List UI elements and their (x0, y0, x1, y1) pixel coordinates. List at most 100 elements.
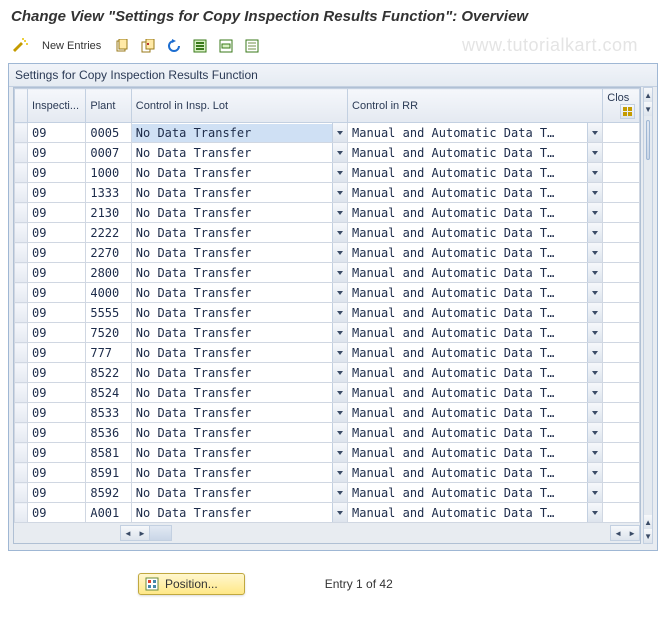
chevron-down-icon[interactable] (332, 123, 347, 142)
scroll-right-icon[interactable]: ► (625, 526, 639, 540)
chevron-down-icon[interactable] (587, 483, 602, 502)
row-selector[interactable] (15, 243, 28, 263)
chevron-down-icon[interactable] (332, 383, 347, 402)
h-scroll-left-group[interactable]: ◄ ► (120, 525, 172, 541)
cell-control-insp-lot[interactable]: No Data Transfer (132, 243, 347, 262)
cell-close[interactable] (603, 423, 639, 442)
chevron-down-icon[interactable] (587, 283, 602, 302)
cell-control-rr[interactable]: Manual and Automatic Data T… (348, 323, 602, 342)
row-selector[interactable] (15, 263, 28, 283)
cell-control-insp-lot[interactable]: No Data Transfer (132, 283, 347, 302)
row-selector[interactable] (15, 423, 28, 443)
cell-control-insp-lot[interactable]: No Data Transfer (132, 463, 347, 482)
scroll-thumb[interactable] (149, 526, 171, 540)
cell-control-rr[interactable]: Manual and Automatic Data T… (348, 263, 602, 282)
cell-inspecti[interactable] (28, 123, 85, 142)
chevron-down-icon[interactable] (332, 203, 347, 222)
cell-control-insp-lot[interactable]: No Data Transfer (132, 383, 347, 402)
cell-control-insp-lot[interactable]: No Data Transfer (132, 123, 347, 142)
cell-close[interactable] (603, 503, 639, 522)
cell-control-insp-lot[interactable]: No Data Transfer (132, 403, 347, 422)
chevron-down-icon[interactable] (332, 363, 347, 382)
cell-inspecti[interactable] (28, 323, 85, 342)
cell-control-insp-lot[interactable]: No Data Transfer (132, 263, 347, 282)
scroll-up-icon[interactable]: ▲ (644, 88, 652, 102)
cell-control-rr[interactable]: Manual and Automatic Data T… (348, 423, 602, 442)
cell-control-insp-lot[interactable]: No Data Transfer (132, 423, 347, 442)
chevron-down-icon[interactable] (332, 483, 347, 502)
cell-inspecti[interactable] (28, 463, 85, 482)
deselect-all-icon[interactable] (241, 35, 263, 57)
vertical-scrollbar[interactable]: ▲ ▼ ▲ ▼ (643, 87, 653, 544)
cell-control-insp-lot[interactable]: No Data Transfer (132, 363, 347, 382)
cell-plant[interactable] (86, 263, 130, 282)
scroll-left-icon[interactable]: ◄ (121, 526, 135, 540)
cell-control-rr[interactable]: Manual and Automatic Data T… (348, 163, 602, 182)
cell-close[interactable] (603, 463, 639, 482)
cell-control-rr[interactable]: Manual and Automatic Data T… (348, 143, 602, 162)
row-selector[interactable] (15, 223, 28, 243)
row-selector[interactable] (15, 303, 28, 323)
chevron-down-icon[interactable] (587, 263, 602, 282)
cell-control-rr[interactable]: Manual and Automatic Data T… (348, 243, 602, 262)
col-header-plant[interactable]: Plant (86, 89, 131, 123)
cell-control-rr[interactable]: Manual and Automatic Data T… (348, 383, 602, 402)
cell-plant[interactable] (86, 323, 130, 342)
cell-control-insp-lot[interactable]: No Data Transfer (132, 303, 347, 322)
row-selector[interactable] (15, 203, 28, 223)
chevron-down-icon[interactable] (332, 243, 347, 262)
cell-control-insp-lot[interactable]: No Data Transfer (132, 143, 347, 162)
cell-inspecti[interactable] (28, 503, 85, 522)
row-selector[interactable] (15, 383, 28, 403)
cell-close[interactable] (603, 163, 639, 182)
cell-inspecti[interactable] (28, 403, 85, 422)
cell-close[interactable] (603, 203, 639, 222)
cell-control-rr[interactable]: Manual and Automatic Data T… (348, 463, 602, 482)
cell-inspecti[interactable] (28, 483, 85, 502)
cell-close[interactable] (603, 443, 639, 462)
cell-close[interactable] (603, 323, 639, 342)
scroll-track[interactable] (644, 116, 652, 515)
row-selector[interactable] (15, 283, 28, 303)
cell-control-rr[interactable]: Manual and Automatic Data T… (348, 503, 602, 522)
cell-inspecti[interactable] (28, 143, 85, 162)
copy-all-icon[interactable] (137, 35, 159, 57)
scroll-right-icon[interactable]: ► (135, 526, 149, 540)
chevron-down-icon[interactable] (332, 283, 347, 302)
row-selector[interactable] (15, 323, 28, 343)
cell-control-rr[interactable]: Manual and Automatic Data T… (348, 123, 602, 142)
row-selector[interactable] (15, 123, 28, 143)
cell-close[interactable] (603, 183, 639, 202)
cell-plant[interactable] (86, 363, 130, 382)
cell-plant[interactable] (86, 223, 130, 242)
cell-inspecti[interactable] (28, 383, 85, 402)
chevron-down-icon[interactable] (587, 383, 602, 402)
cell-control-insp-lot[interactable]: No Data Transfer (132, 223, 347, 242)
cell-inspecti[interactable] (28, 343, 85, 362)
scroll-left-icon[interactable]: ◄ (611, 526, 625, 540)
chevron-down-icon[interactable] (587, 303, 602, 322)
select-all-icon[interactable] (189, 35, 211, 57)
col-header-control-rr[interactable]: Control in RR (348, 89, 603, 123)
row-selector[interactable] (15, 343, 28, 363)
cell-close[interactable] (603, 283, 639, 302)
cell-control-insp-lot[interactable]: No Data Transfer (132, 203, 347, 222)
cell-plant[interactable] (86, 383, 130, 402)
cell-close[interactable] (603, 483, 639, 502)
chevron-down-icon[interactable] (587, 163, 602, 182)
cell-plant[interactable] (86, 503, 130, 522)
chevron-down-icon[interactable] (332, 303, 347, 322)
scroll-thumb[interactable] (646, 120, 650, 160)
cell-close[interactable] (603, 143, 639, 162)
cell-plant[interactable] (86, 283, 130, 302)
chevron-down-icon[interactable] (587, 503, 602, 522)
cell-plant[interactable] (86, 423, 130, 442)
cell-control-insp-lot[interactable]: No Data Transfer (132, 343, 347, 362)
cell-close[interactable] (603, 383, 639, 402)
cell-control-rr[interactable]: Manual and Automatic Data T… (348, 303, 602, 322)
cell-control-insp-lot[interactable]: No Data Transfer (132, 323, 347, 342)
chevron-down-icon[interactable] (332, 463, 347, 482)
cell-control-rr[interactable]: Manual and Automatic Data T… (348, 343, 602, 362)
scroll-down-icon[interactable]: ▼ (644, 529, 652, 543)
table-settings-icon[interactable] (620, 104, 635, 119)
